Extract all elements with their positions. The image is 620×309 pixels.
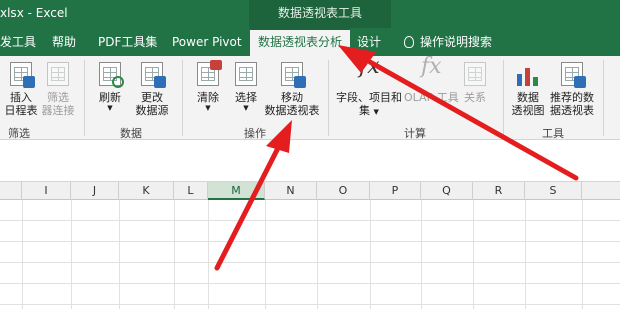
lightbulb-icon xyxy=(404,36,414,48)
change-data-source-button[interactable]: 更改 数据源 xyxy=(134,60,170,117)
timeline-icon xyxy=(7,60,35,88)
column-header-partial[interactable] xyxy=(582,182,620,200)
ribbon-tab-bar: 发工具 帮助 PDF工具集 Power Pivot 数据透视表分析 设计 操作说… xyxy=(0,28,620,56)
worksheet-grid[interactable] xyxy=(0,200,620,309)
tab-developer[interactable]: 发工具 xyxy=(0,28,36,56)
column-headers: I J K L M N O P Q R S xyxy=(0,182,620,200)
pivotchart-button[interactable]: 数据 透视图 xyxy=(510,60,546,117)
tab-pdf-tools[interactable]: PDF工具集 xyxy=(98,28,157,56)
insert-timeline-button[interactable]: 插入 日程表 xyxy=(2,60,40,117)
group-label-calculations: 计算 xyxy=(404,127,426,140)
clear-icon xyxy=(194,60,222,88)
tab-tell-me[interactable]: 操作说明搜索 xyxy=(404,28,492,56)
filter-connections-button[interactable]: 筛选 器连接 xyxy=(40,60,76,117)
chevron-down-icon: ▼ xyxy=(373,108,379,116)
tab-help[interactable]: 帮助 xyxy=(52,28,76,56)
column-header-j[interactable]: J xyxy=(71,182,119,200)
fields-items-sets-button[interactable]: fx 字段、项目和 集 ▼ xyxy=(334,54,404,119)
group-label-tools: 工具 xyxy=(542,127,564,140)
clear-button[interactable]: 清除 ▼ xyxy=(192,60,224,112)
group-separator xyxy=(182,60,183,136)
window-title: xlsx - Excel xyxy=(0,6,68,20)
column-header-partial[interactable] xyxy=(0,182,22,200)
column-header-r[interactable]: R xyxy=(473,182,525,200)
relationships-icon xyxy=(461,60,489,88)
column-header-q[interactable]: Q xyxy=(421,182,473,200)
tab-power-pivot[interactable]: Power Pivot xyxy=(172,28,242,56)
change-source-icon xyxy=(138,60,166,88)
chevron-down-icon: ▼ xyxy=(205,104,211,112)
group-separator xyxy=(603,60,604,136)
move-pivottable-button[interactable]: 移动 数据透视表 xyxy=(264,60,320,117)
column-header-k[interactable]: K xyxy=(119,182,174,200)
recommended-pivottables-icon xyxy=(558,60,586,88)
group-separator xyxy=(503,60,504,136)
select-icon xyxy=(232,60,260,88)
tab-design[interactable]: 设计 xyxy=(357,28,381,56)
column-header-l[interactable]: L xyxy=(174,182,208,200)
chevron-down-icon: ▼ xyxy=(243,104,249,112)
refresh-icon xyxy=(96,60,124,88)
refresh-button[interactable]: 刷新 ▼ xyxy=(92,60,128,112)
column-header-m[interactable]: M xyxy=(208,182,265,200)
pivotchart-icon xyxy=(514,60,542,88)
group-label-filter: 筛选 xyxy=(8,127,30,140)
group-label-data: 数据 xyxy=(120,127,142,140)
filter-connections-icon xyxy=(44,60,72,88)
column-header-n[interactable]: N xyxy=(265,182,317,200)
tab-pivottable-analyze[interactable]: 数据透视表分析 xyxy=(250,28,351,56)
recommended-pivottables-button[interactable]: 推荐的数 据透视表 xyxy=(548,60,596,117)
chevron-down-icon: ▼ xyxy=(107,104,113,112)
tell-me-label: 操作说明搜索 xyxy=(420,35,493,49)
fx-icon: fx xyxy=(359,54,380,79)
move-pivottable-icon xyxy=(278,60,306,88)
group-label-actions: 操作 xyxy=(244,127,266,140)
ribbon: 插入 日程表 筛选 器连接 筛选 刷新 ▼ 更改 数据源 数据 清除 ▼ 选择 … xyxy=(0,56,620,140)
formula-bar-area xyxy=(0,140,620,182)
pivottable-tools-header: 数据透视表工具 xyxy=(249,0,391,28)
relationships-button[interactable]: 关系 xyxy=(460,60,490,104)
group-separator xyxy=(328,60,329,136)
column-header-p[interactable]: P xyxy=(370,182,421,200)
olap-tools-button[interactable]: fx OLAP 工具 xyxy=(404,54,459,105)
column-header-o[interactable]: O xyxy=(317,182,370,200)
olap-fx-icon: fx xyxy=(421,54,442,79)
column-header-s[interactable]: S xyxy=(525,182,582,200)
column-header-i[interactable]: I xyxy=(22,182,71,200)
select-button[interactable]: 选择 ▼ xyxy=(230,60,262,112)
group-separator xyxy=(84,60,85,136)
